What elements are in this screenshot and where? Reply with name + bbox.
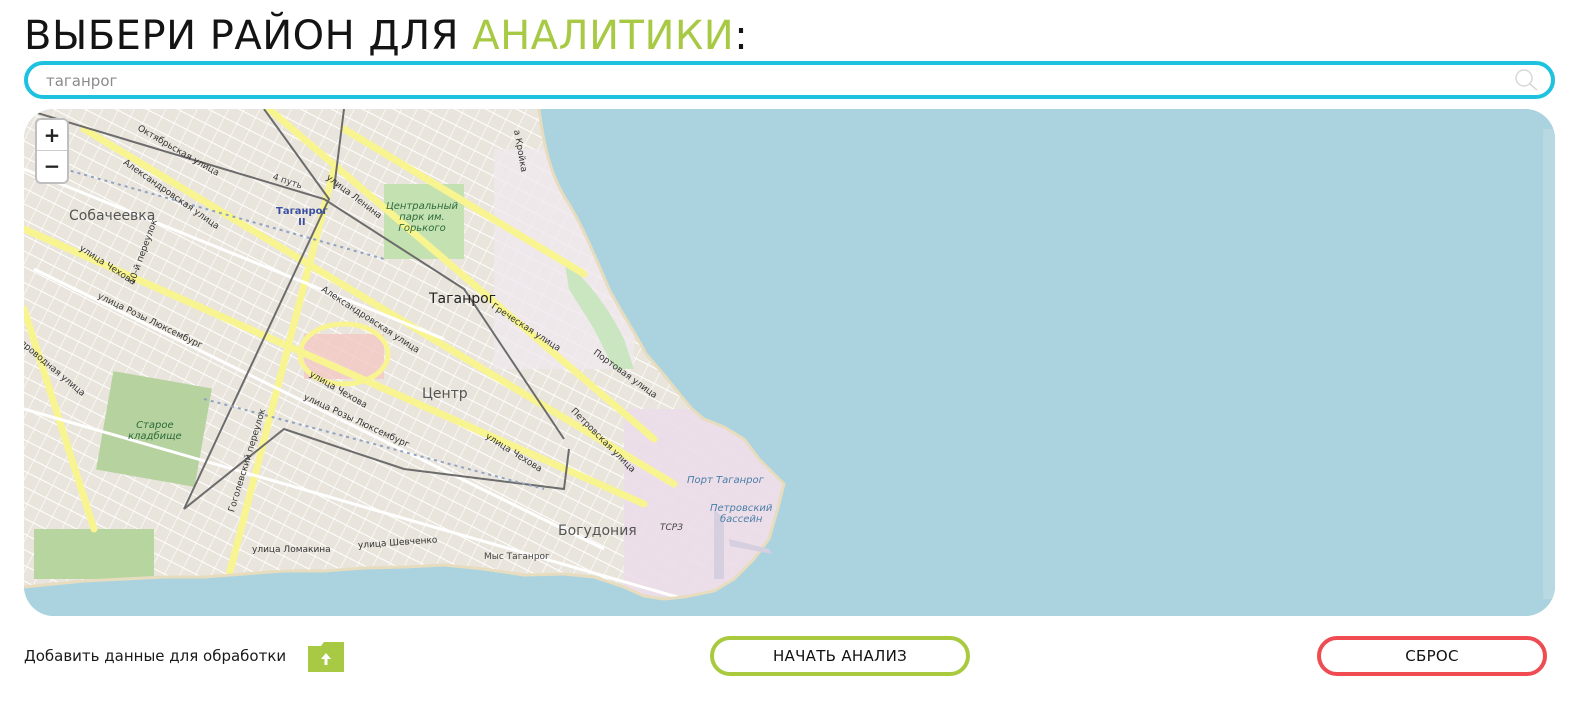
- map-label-sobacheevka: Собачеевка: [69, 208, 156, 224]
- search-icon[interactable]: [1513, 68, 1539, 92]
- map-label-park: Центральный парк им. Горького: [386, 201, 458, 234]
- map-label-cemetery: Старое кладбище: [128, 420, 182, 442]
- map-label-basin: Петровский бассейн: [710, 503, 773, 525]
- search-input[interactable]: [44, 65, 1508, 97]
- add-data-label: Добавить данные для обработки: [24, 647, 287, 665]
- street-label-lomakina: улица Ломакина: [252, 545, 331, 555]
- map-view[interactable]: + − Таганрог Собачеевка Центр Богудония …: [24, 109, 1555, 616]
- page-title-accent: АНАЛИТИКИ: [472, 13, 735, 59]
- search-box[interactable]: [24, 61, 1555, 99]
- map-tiles: [24, 109, 1555, 616]
- zoom-in-button[interactable]: +: [37, 120, 67, 150]
- action-bar: Добавить данные для обработки НАЧАТЬ АНА…: [0, 630, 1595, 690]
- map-label-station: Таганрог II: [276, 206, 328, 228]
- upload-folder-icon[interactable]: [308, 642, 344, 672]
- page-title: ВЫБЕРИ РАЙОН ДЛЯ АНАЛИТИКИ:: [24, 13, 749, 59]
- map-label-bogudonia: Богудония: [558, 523, 637, 539]
- start-analysis-button[interactable]: НАЧАТЬ АНАЛИЗ: [710, 636, 970, 676]
- map-label-port: Порт Таганрог: [687, 475, 764, 486]
- map-label-center: Центр: [422, 386, 468, 402]
- map-label-city: Таганрог: [429, 291, 497, 307]
- map-label-cape: Мыс Таганрог: [484, 552, 550, 562]
- zoom-control: + −: [35, 118, 69, 184]
- reset-button[interactable]: СБРОС: [1317, 636, 1547, 676]
- map-label-tsrz: ТСРЗ: [660, 523, 683, 533]
- zoom-out-button[interactable]: −: [37, 150, 67, 181]
